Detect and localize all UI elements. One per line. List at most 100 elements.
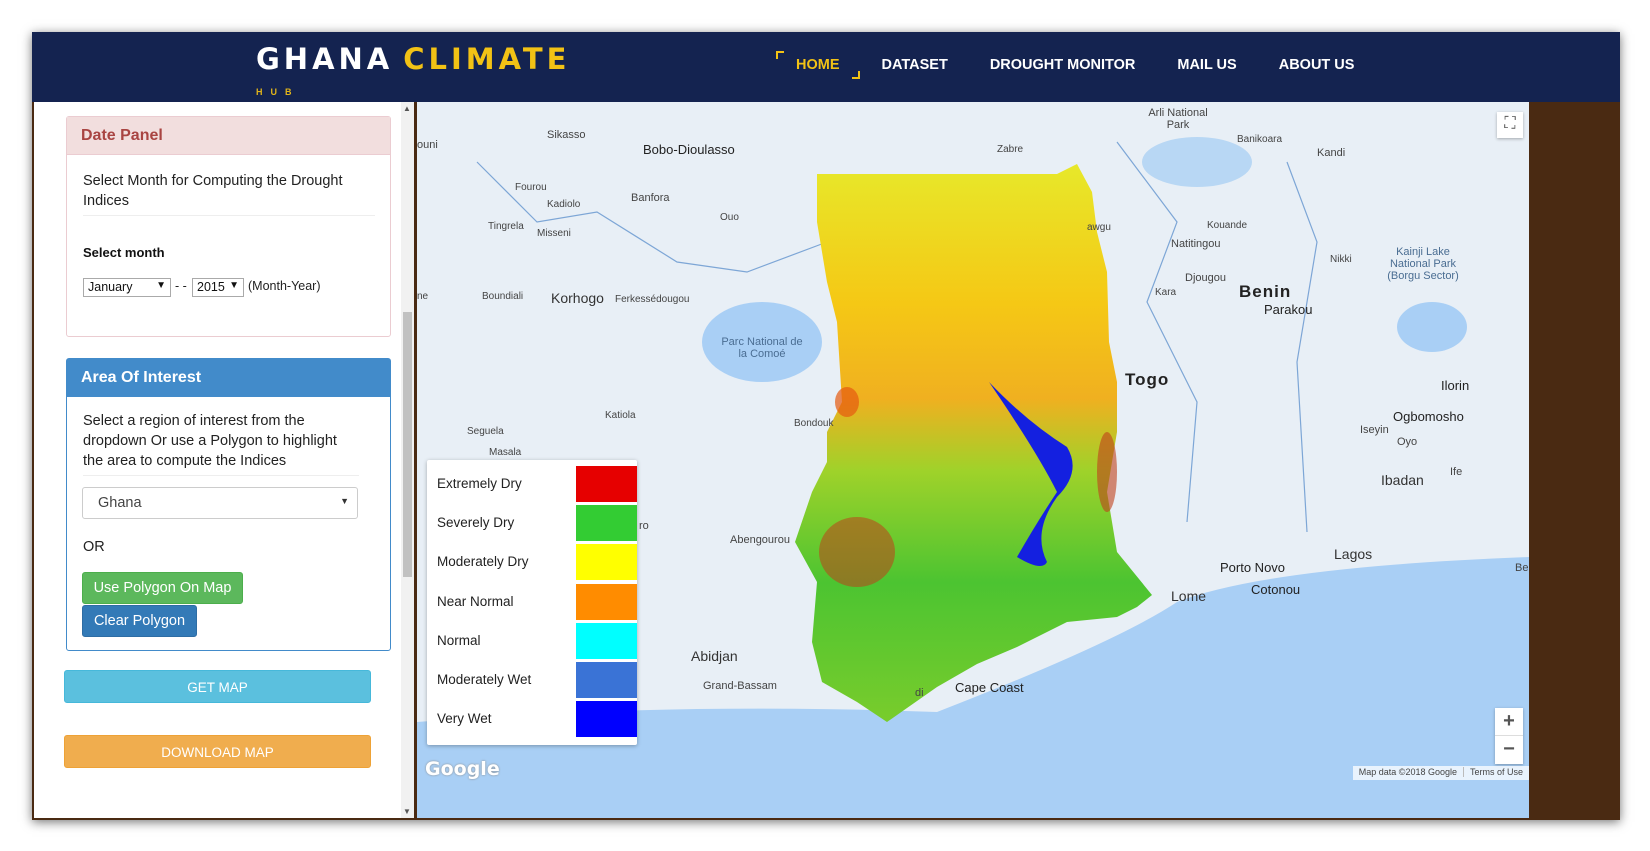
legend-label: Near Normal bbox=[437, 594, 514, 609]
map-label: Tingrela bbox=[488, 221, 524, 232]
map-label: Lagos bbox=[1334, 546, 1373, 562]
map-label: Masala bbox=[489, 447, 522, 458]
scroll-thumb[interactable] bbox=[403, 312, 412, 577]
region-select[interactable]: Ghana ▼ bbox=[82, 487, 358, 519]
map-label: Bondouk bbox=[794, 418, 834, 429]
nav-drought-monitor[interactable]: DROUGHT MONITOR bbox=[990, 57, 1136, 73]
map-label: Iseyin bbox=[1360, 424, 1389, 436]
legend-swatch bbox=[576, 584, 637, 620]
legend-swatch bbox=[576, 544, 637, 580]
map-label: Benin bbox=[1239, 282, 1292, 301]
dropdown-arrow-icon: ▼ bbox=[229, 280, 239, 291]
main-nav: HOME DATASET DROUGHT MONITOR MAIL US ABO… bbox=[776, 50, 1396, 80]
map-label: Kadiolo bbox=[547, 199, 581, 210]
nav-home-label: HOME bbox=[796, 57, 840, 73]
lake-north bbox=[1142, 137, 1252, 187]
zoom-in-button[interactable]: + bbox=[1495, 708, 1523, 736]
nav-dataset[interactable]: DATASET bbox=[882, 57, 948, 73]
map-label: awgu bbox=[1087, 222, 1111, 233]
scroll-up-icon[interactable]: ▲ bbox=[403, 104, 411, 113]
legend-swatch bbox=[576, 662, 637, 698]
map-label: Natitingou bbox=[1171, 238, 1221, 250]
nav-mail-us[interactable]: MAIL US bbox=[1177, 57, 1236, 73]
brand-title: GHANA CLIMATE bbox=[256, 42, 570, 76]
legend-row: Extremely Dry bbox=[427, 466, 637, 503]
sidebar: Date Panel Select Month for Computing th… bbox=[34, 102, 414, 818]
fullscreen-icon[interactable]: ⛶ bbox=[1497, 112, 1523, 138]
legend-row: Very Wet bbox=[427, 701, 637, 738]
legend-label: Moderately Wet bbox=[437, 672, 532, 687]
year-select[interactable]: 2015 ▼ bbox=[192, 278, 244, 297]
map-label: Togo bbox=[1125, 370, 1170, 389]
date-separator: - - bbox=[175, 279, 187, 293]
map-label: di bbox=[915, 687, 924, 699]
scroll-down-icon[interactable]: ▼ bbox=[403, 807, 411, 816]
map-label: Bobo-Dioulasso bbox=[643, 142, 735, 157]
map-label: Lome bbox=[1171, 588, 1207, 604]
map-label: Seguela bbox=[467, 426, 504, 437]
use-polygon-button[interactable]: Use Polygon On Map bbox=[82, 572, 243, 604]
map-label: Abidjan bbox=[691, 648, 738, 664]
map-label: Cotonou bbox=[1251, 582, 1301, 597]
map-label: Kainji Lake National Park (Borgu Sector) bbox=[1387, 246, 1459, 282]
map-label: Parakou bbox=[1264, 302, 1313, 317]
map-label: ne bbox=[417, 291, 429, 302]
map-label: Ogbomosho bbox=[1393, 409, 1464, 424]
navbar: GHANA CLIMATE HUB HOME DATASET DROUGHT MO… bbox=[32, 32, 1620, 102]
year-select-value: 2015 bbox=[197, 280, 225, 294]
month-select-value: January bbox=[88, 280, 133, 294]
map-canvas[interactable]: Sikasso Bobo-Dioulasso ouni Fourou Kadio… bbox=[417, 102, 1529, 818]
map-label: Kouande bbox=[1207, 220, 1248, 231]
brand-logo[interactable]: GHANA CLIMATE HUB bbox=[256, 42, 570, 97]
or-label: OR bbox=[83, 539, 105, 555]
month-year-hint: (Month-Year) bbox=[248, 279, 321, 293]
map-label: Misseni bbox=[537, 228, 571, 239]
map-label: Banikoara bbox=[1237, 134, 1283, 145]
get-map-button[interactable]: GET MAP bbox=[64, 670, 371, 703]
date-panel: Date Panel Select Month for Computing th… bbox=[66, 116, 391, 337]
map-label: Oyo bbox=[1397, 436, 1418, 448]
download-map-button[interactable]: DOWNLOAD MAP bbox=[64, 735, 371, 768]
map-label: Be bbox=[1515, 562, 1529, 574]
map-label: Arli National Park bbox=[1148, 107, 1208, 131]
map-label: Abengourou bbox=[730, 534, 790, 546]
legend-label: Severely Dry bbox=[437, 515, 515, 530]
map-label: Ouo bbox=[720, 212, 739, 223]
map-label: Boundiali bbox=[482, 291, 524, 302]
dropdown-arrow-icon: ▼ bbox=[156, 280, 166, 291]
map-label: Sikasso bbox=[547, 129, 586, 141]
nav-home[interactable]: HOME bbox=[776, 51, 860, 79]
month-select[interactable]: January ▼ bbox=[83, 278, 171, 297]
terms-link[interactable]: Terms of Use bbox=[1462, 767, 1523, 777]
legend-row: Moderately Dry bbox=[427, 544, 637, 581]
legend-row: Near Normal bbox=[427, 584, 637, 621]
nav-about-us[interactable]: ABOUT US bbox=[1279, 57, 1355, 73]
map-label: Kara bbox=[1155, 287, 1177, 298]
bracket-bottom-right bbox=[851, 71, 860, 79]
map-label: Djougou bbox=[1185, 272, 1226, 284]
map-label: Fourou bbox=[515, 182, 547, 193]
dry-patch bbox=[819, 517, 895, 587]
sidebar-scrollbar[interactable]: ▲ ▼ bbox=[401, 102, 414, 818]
map-label: ouni bbox=[417, 139, 438, 151]
legend-swatch bbox=[576, 701, 637, 737]
zoom-control: + − bbox=[1495, 708, 1523, 764]
map-label: Banfora bbox=[631, 192, 670, 204]
map-label: Grand-Bassam bbox=[703, 680, 777, 692]
legend-row: Normal bbox=[427, 623, 637, 660]
google-logo[interactable]: Google bbox=[425, 758, 500, 780]
map-label: ro bbox=[639, 520, 649, 532]
drought-legend: Extremely Dry Severely Dry Moderately Dr… bbox=[427, 460, 637, 745]
select-month-label: Select month bbox=[83, 245, 165, 260]
legend-label: Moderately Dry bbox=[437, 554, 529, 569]
map-label: Ilorin bbox=[1441, 378, 1470, 393]
bracket-top-left bbox=[776, 51, 784, 59]
map-label: Nikki bbox=[1330, 254, 1352, 265]
clear-polygon-button[interactable]: Clear Polygon bbox=[82, 605, 197, 637]
ghana-drought-layer bbox=[795, 164, 1152, 722]
map-label: Kandi bbox=[1317, 147, 1346, 159]
legend-row: Severely Dry bbox=[427, 505, 637, 542]
date-panel-title: Date Panel bbox=[67, 117, 390, 155]
legend-swatch bbox=[576, 505, 637, 541]
zoom-out-button[interactable]: − bbox=[1495, 736, 1523, 764]
